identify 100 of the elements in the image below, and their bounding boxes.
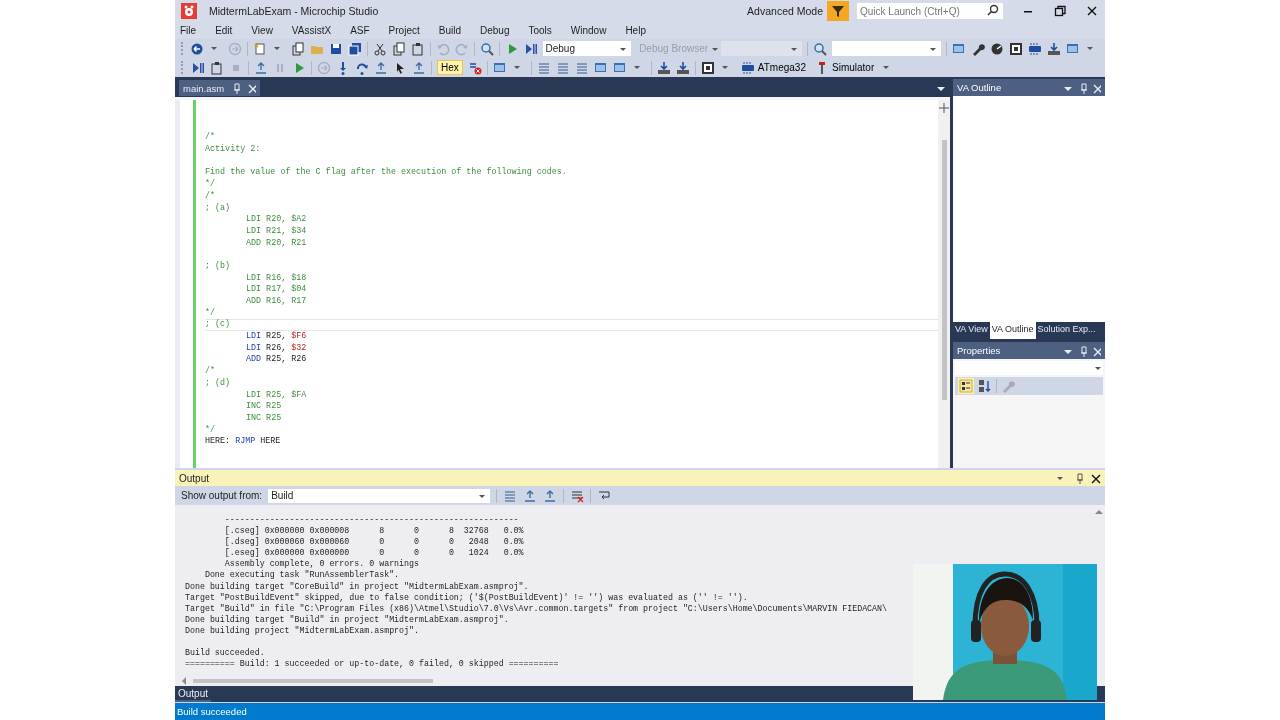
clear-all-icon[interactable]: [570, 488, 585, 503]
code-line: LDI R20, $A2: [245, 214, 308, 226]
copy-icon[interactable]: [392, 41, 407, 56]
code-line: /*: [205, 190, 217, 203]
menu-item[interactable]: Project: [388, 25, 420, 36]
device-button[interactable]: ATmega32: [738, 60, 808, 75]
code-line: Activity 2:: [205, 144, 262, 156]
back-icon[interactable]: [190, 41, 205, 56]
hex-clear-icon[interactable]: [467, 60, 482, 75]
chip-icon: [740, 60, 755, 75]
panel-tab[interactable]: VA View: [953, 322, 990, 339]
step-over-icon[interactable]: [355, 60, 369, 75]
next-message-icon[interactable]: [543, 488, 558, 503]
output-line: ========== Build: 1 succeeded or up-to-date, 0 failed, 0 skipped ==========: [185, 658, 560, 670]
feedback-button[interactable]: [827, 1, 849, 21]
gauge-icon[interactable]: [990, 41, 1004, 56]
menu-item[interactable]: Edit: [215, 25, 233, 36]
code-line: ; (a): [205, 202, 232, 215]
save-icon[interactable]: [329, 41, 344, 56]
funnel-icon: [831, 4, 845, 18]
download-icon[interactable]: [1047, 41, 1061, 56]
panel-tab[interactable]: VA Outline: [989, 322, 1036, 339]
paste-icon[interactable]: [411, 41, 426, 56]
app-logo-icon: [181, 3, 197, 19]
program-icon[interactable]: [656, 60, 671, 75]
categorized-button[interactable]: [958, 378, 974, 394]
alphabetical-icon[interactable]: [978, 379, 992, 393]
output-line: Done building target "Build" in project "MidtermLabExam.asmproj".: [185, 613, 510, 625]
configuration-dropdown[interactable]: Debug: [542, 41, 632, 56]
code-line: LDI R25, $FA: [245, 389, 308, 402]
scroll-up-icon[interactable]: [1093, 507, 1105, 517]
wrench-icon[interactable]: [971, 41, 985, 56]
output-line: -----------------------------------------------------------: [223, 514, 520, 526]
code-line: ; (d): [205, 377, 232, 390]
code-line: ; (b): [205, 260, 232, 273]
code-line: /*: [205, 132, 217, 144]
panel-tab[interactable]: Solution Exp...: [1035, 322, 1098, 339]
quick-launch-field[interactable]: Quick Launch (Ctrl+Q): [857, 3, 1003, 19]
start-without-debugging-icon[interactable]: [523, 41, 538, 56]
menu-item[interactable]: Help: [625, 25, 646, 36]
window-icon[interactable]: [593, 60, 608, 75]
split-icon[interactable]: [938, 102, 950, 114]
code-line: LDI R21, $34: [245, 225, 308, 238]
new-project-icon[interactable]: [253, 41, 268, 56]
code-line: LDI R16, $18: [245, 272, 308, 284]
output-line: [.eseg] 0x000000 0x000000 0 0 0 1024 0.0%: [223, 547, 525, 559]
hex-toggle[interactable]: Hex: [437, 60, 463, 75]
code-line: ; (c): [205, 319, 938, 332]
save-all-icon[interactable]: [348, 41, 363, 56]
window-title: MidtermLabExam - Microchip Studio: [209, 5, 379, 17]
output-line: Done building target "CoreBuild" in project "MidtermLabExam.asmproj".: [185, 580, 530, 592]
panel-title: Output: [179, 472, 210, 484]
find-in-files-icon[interactable]: [812, 41, 827, 56]
code-line: /*: [205, 366, 216, 378]
output-line: Done building project "MidtermLabExam.asmproj".: [185, 624, 420, 637]
window-icon[interactable]: [1066, 41, 1080, 56]
menu-item[interactable]: VAssistX: [291, 25, 332, 36]
chip-frame-icon[interactable]: [1009, 41, 1023, 56]
code-line: Find the value of the C flag after the execution of the following codes.: [205, 167, 568, 179]
panel-title: VA Outline: [957, 82, 1002, 93]
window-icon[interactable]: [492, 60, 507, 75]
continue-icon[interactable]: [191, 60, 205, 75]
scroll-thumb[interactable]: [193, 678, 433, 683]
output-source-dropdown[interactable]: Build: [268, 488, 491, 503]
categorized-icon: [959, 379, 973, 393]
output-line: [.cseg] 0x000000 0x000008 8 0 8 32768 0.0%: [223, 525, 525, 537]
code-line: */: [205, 179, 217, 191]
code-line: LDI R25, $F6: [245, 331, 308, 343]
menu-item[interactable]: Build: [438, 25, 461, 36]
output-line: Target "Build" in file "C:\Program Files (x86)\Atmel\Studio\7.0\Vs\Avr.common.targets" from project "C:\Users\Home\Documents\MARVIN FIEDACAN\: [185, 602, 889, 614]
menu-item[interactable]: Window: [570, 25, 607, 36]
program-icon[interactable]: [675, 60, 690, 75]
menu-item[interactable]: Debug: [479, 25, 510, 36]
menu-item[interactable]: File: [180, 25, 197, 36]
menu-item[interactable]: View: [251, 25, 273, 36]
code-line: LDI R17, $04: [245, 284, 308, 296]
output-line: Build succeeded.: [185, 647, 266, 659]
tool-button[interactable]: Simulator: [813, 60, 877, 75]
menu-item[interactable]: Tools: [528, 25, 552, 36]
search-icon: [986, 4, 1000, 18]
previous-message-icon[interactable]: [523, 488, 538, 503]
panel-title: Properties: [957, 345, 1001, 356]
output-line: [.dseg] 0x000060 0x000060 0 0 0 2048 0.0%: [223, 536, 525, 548]
window-icon[interactable]: [952, 41, 966, 56]
code-line: LDI R26, $32: [245, 342, 308, 355]
cut-icon[interactable]: [373, 41, 388, 56]
document-tab[interactable]: main.asm: [179, 80, 261, 96]
scroll-thumb[interactable]: [941, 140, 947, 400]
menu-item[interactable]: ASF: [350, 25, 370, 36]
next-statement-icon[interactable]: [254, 60, 268, 75]
close-icon[interactable]: [1085, 4, 1099, 18]
find-icon[interactable]: [479, 41, 494, 56]
window-icon[interactable]: [612, 60, 627, 75]
close-icon[interactable]: [1089, 472, 1101, 484]
vertical-scrollbar[interactable]: [938, 100, 950, 468]
status-bar: Build succeeded: [175, 703, 1105, 720]
code-line: ADD R20, R21: [245, 237, 308, 250]
chip-frame-icon[interactable]: [700, 60, 715, 75]
chip-icon[interactable]: [1028, 41, 1042, 56]
restore-icon[interactable]: [1053, 4, 1067, 18]
